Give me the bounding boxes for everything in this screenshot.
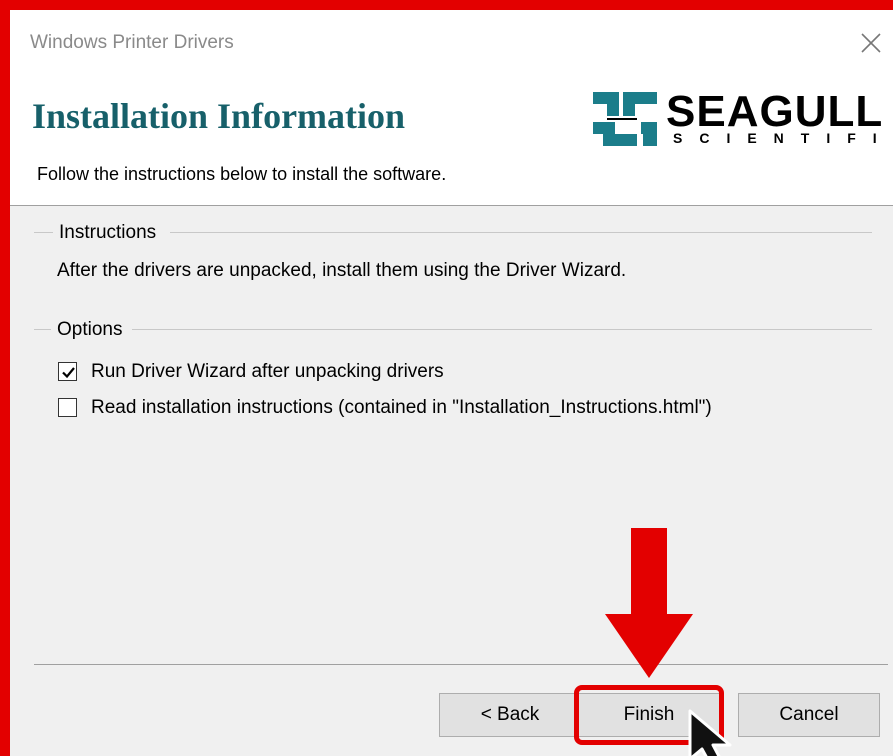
option-read-instructions[interactable]: Read installation instructions (containe… [58, 396, 748, 422]
button-area-separator [34, 664, 888, 665]
instructions-group-label: Instructions [53, 222, 163, 244]
page-subtitle: Follow the instructions below to install… [37, 164, 447, 184]
seagull-mark-icon [593, 92, 657, 146]
title-bar: Windows Printer Drivers [10, 10, 893, 70]
option-run-driver-wizard[interactable]: Run Driver Wizard after unpacking driver… [58, 360, 478, 386]
window-title: Windows Printer Drivers [30, 32, 234, 53]
down-arrow-icon [605, 528, 693, 678]
read-instructions-label: Read installation instructions (containe… [91, 397, 712, 418]
page-title: Installation Information [32, 96, 406, 136]
wizard-header: Installation Information Follow the inst… [10, 70, 893, 206]
close-icon[interactable] [856, 28, 886, 58]
read-instructions-checkbox[interactable] [58, 398, 77, 417]
logo-wordmark: SEAGULL [666, 87, 884, 136]
logo-subtitle: SCIENTIFIC [673, 130, 893, 146]
seagull-scientific-logo: SEAGULL SCIENTIFIC [593, 90, 893, 150]
instructions-divider-left [34, 232, 54, 233]
back-button[interactable]: < Back [439, 693, 581, 737]
instructions-divider-right [170, 232, 872, 233]
checkmark-icon [62, 367, 75, 379]
installer-dialog: Windows Printer Drivers Installation Inf… [10, 10, 893, 756]
options-group-label: Options [51, 319, 129, 341]
mouse-pointer-icon [688, 709, 732, 756]
run-wizard-label: Run Driver Wizard after unpacking driver… [91, 361, 444, 382]
instructions-text: After the drivers are unpacked, install … [57, 260, 627, 281]
run-wizard-checkbox[interactable] [58, 362, 77, 381]
cancel-button[interactable]: Cancel [738, 693, 880, 737]
options-divider-right [132, 329, 872, 330]
